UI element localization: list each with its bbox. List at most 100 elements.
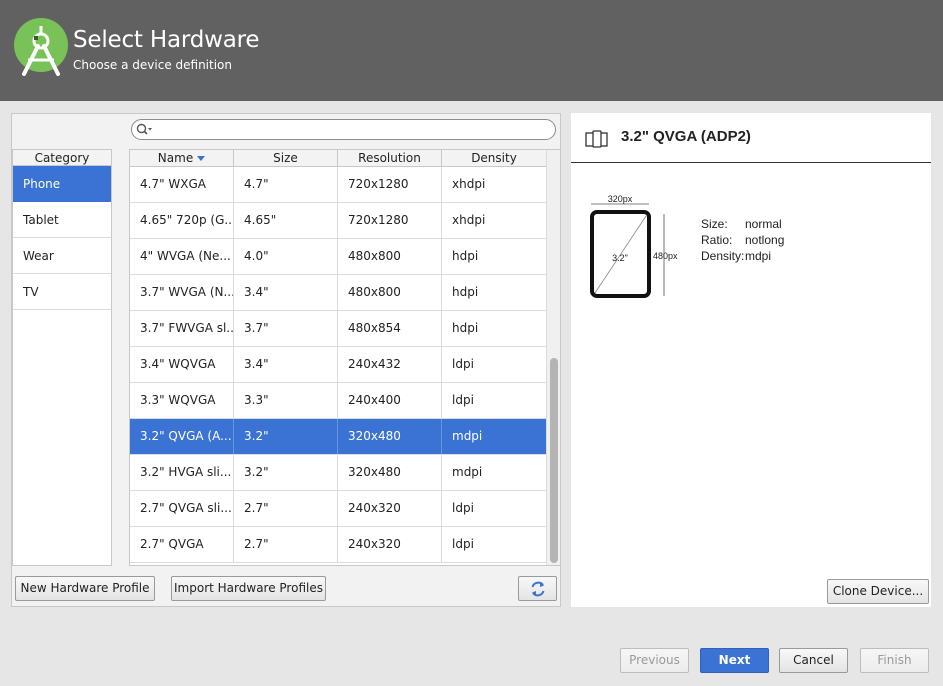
wizard-header: Select Hardware Choose a device definiti…	[0, 0, 943, 101]
device-details-panel: 3.2" QVGA (ADP2) 320px 3.2" 480px Size: n…	[571, 113, 931, 607]
refresh-button[interactable]	[518, 576, 557, 601]
new-hardware-profile-button[interactable]: New Hardware Profile	[15, 576, 155, 601]
cell-resolution: 240x432	[338, 347, 442, 382]
category-item-tv[interactable]: TV	[13, 274, 111, 310]
category-header: Category	[13, 150, 111, 166]
spec-density-label: Density:	[701, 249, 745, 263]
cell-name: 2.7" QVGA sli...	[130, 491, 234, 526]
cell-density: hdpi	[452, 321, 479, 335]
category-item-tablet[interactable]: Tablet	[13, 202, 111, 238]
search-input[interactable]	[131, 119, 556, 140]
cell-density: hdpi	[452, 249, 479, 263]
cell-size: 3.7"	[234, 311, 338, 346]
cell-size: 4.7"	[234, 167, 338, 202]
cell-resolution: 240x400	[338, 383, 442, 418]
cell-resolution: 480x800	[338, 275, 442, 310]
column-header-name[interactable]: Name	[130, 150, 234, 166]
table-row[interactable]: 3.7" WVGA (N... 3.4" 480x800 hdpi	[130, 275, 546, 311]
table-row[interactable]: 2.7" QVGA sli... 2.7" 240x320 ldpi	[130, 491, 546, 527]
cell-density: mdpi	[452, 465, 483, 479]
import-hardware-profiles-button[interactable]: Import Hardware Profiles	[171, 576, 326, 601]
finish-button[interactable]: Finish	[860, 648, 929, 673]
device-phone-icon	[585, 130, 608, 148]
sort-descending-icon	[197, 156, 206, 161]
cell-name: 4" WVGA (Ne...	[130, 239, 234, 274]
table-row[interactable]: 3.2" HVGA sli... 3.2" 320x480 mdpi	[130, 455, 546, 491]
cell-density: ldpi	[452, 393, 474, 407]
cell-density: mdpi	[452, 429, 483, 443]
table-row[interactable]: 3.4" WQVGA 3.4" 240x432 ldpi	[130, 347, 546, 383]
table-row[interactable]: 4.7" WXGA 4.7" 720x1280 xhdpi	[130, 167, 546, 203]
column-header-label: Name	[157, 151, 194, 165]
cell-size: 3.3"	[234, 383, 338, 418]
cell-resolution: 480x854	[338, 311, 442, 346]
search-icon[interactable]	[136, 123, 152, 137]
table-body: 4.7" WXGA 4.7" 720x1280 xhdpi 4.65" 720p…	[130, 167, 546, 563]
spec-ratio-label: Ratio:	[701, 233, 733, 247]
cell-resolution: 320x480	[338, 419, 442, 454]
preview-width-label: 320px	[608, 195, 633, 204]
clone-device-button[interactable]: Clone Device...	[827, 579, 929, 604]
category-item-wear[interactable]: Wear	[13, 238, 111, 274]
cell-size: 3.2"	[234, 419, 338, 454]
column-header-resolution[interactable]: Resolution	[338, 150, 442, 166]
cell-density: ldpi	[452, 357, 474, 371]
device-preview: 320px 3.2" 480px	[590, 195, 678, 298]
cancel-button[interactable]: Cancel	[779, 648, 848, 673]
scrollbar-thumb[interactable]	[550, 358, 558, 563]
preview-diagonal-label: 3.2"	[612, 253, 628, 263]
cell-name: 3.2" HVGA sli...	[130, 455, 234, 490]
spec-size-label: Size:	[701, 217, 728, 231]
cell-name: 3.7" WVGA (N...	[130, 275, 234, 310]
category-list: Category Phone Tablet Wear TV	[12, 149, 112, 566]
category-item-phone[interactable]: Phone	[13, 166, 111, 202]
cell-name: 2.7" QVGA	[130, 527, 234, 562]
cell-size: 2.7"	[234, 527, 338, 562]
cell-size: 3.4"	[234, 347, 338, 382]
page-subtitle: Choose a device definition	[73, 58, 232, 72]
cell-size: 4.65"	[234, 203, 338, 238]
cell-resolution: 480x800	[338, 239, 442, 274]
preview-height-label: 480px	[653, 251, 678, 261]
column-header-size[interactable]: Size	[234, 150, 338, 166]
cell-size: 2.7"	[234, 491, 338, 526]
spec-ratio-value: notlong	[745, 233, 785, 247]
table-row-selected[interactable]: 3.2" QVGA (A... 3.2" 320x480 mdpi	[130, 419, 546, 455]
spec-ratio: Ratio: notlong	[701, 233, 784, 247]
previous-button[interactable]: Previous	[620, 648, 689, 673]
vertical-scrollbar[interactable]	[546, 150, 560, 565]
divider	[571, 162, 931, 163]
cell-resolution: 240x320	[338, 527, 442, 562]
cell-resolution: 320x480	[338, 455, 442, 490]
cell-density: ldpi	[452, 537, 474, 551]
table-row[interactable]: 3.3" WQVGA 3.3" 240x400 ldpi	[130, 383, 546, 419]
column-header-density[interactable]: Density	[442, 150, 546, 166]
spec-size-value: normal	[745, 217, 782, 231]
spec-density: Density:mdpi	[701, 249, 771, 263]
cell-density: xhdpi	[452, 213, 486, 227]
cell-name: 3.2" QVGA (A...	[130, 419, 234, 454]
spec-density-value: mdpi	[745, 249, 772, 263]
cell-name: 3.4" WQVGA	[130, 347, 234, 382]
table-row[interactable]: 4.65" 720p (G... 4.65" 720x1280 xhdpi	[130, 203, 546, 239]
table-row[interactable]: 4" WVGA (Ne... 4.0" 480x800 hdpi	[130, 239, 546, 275]
table-header: Name Size Resolution Density	[130, 150, 546, 167]
android-studio-logo-icon	[14, 18, 68, 76]
spec-size: Size: normal	[701, 217, 782, 231]
cell-size: 4.0"	[234, 239, 338, 274]
cell-resolution: 720x1280	[338, 167, 442, 202]
table-row[interactable]: 2.7" QVGA 2.7" 240x320 ldpi	[130, 527, 546, 563]
page-title: Select Hardware	[73, 27, 260, 53]
cell-name: 4.65" 720p (G...	[130, 203, 234, 238]
refresh-icon	[531, 581, 544, 597]
cell-name: 3.3" WQVGA	[130, 383, 234, 418]
cell-resolution: 240x320	[338, 491, 442, 526]
cell-density: xhdpi	[452, 177, 486, 191]
device-title: 3.2" QVGA (ADP2)	[621, 128, 751, 145]
table-row[interactable]: 3.7" FWVGA sl... 3.7" 480x854 hdpi	[130, 311, 546, 347]
device-table: Name Size Resolution Density 4.7" WXGA 4…	[129, 149, 561, 566]
next-button[interactable]: Next	[700, 648, 769, 673]
cell-density: ldpi	[452, 501, 474, 515]
cell-name: 4.7" WXGA	[130, 167, 234, 202]
cell-density: hdpi	[452, 285, 479, 299]
